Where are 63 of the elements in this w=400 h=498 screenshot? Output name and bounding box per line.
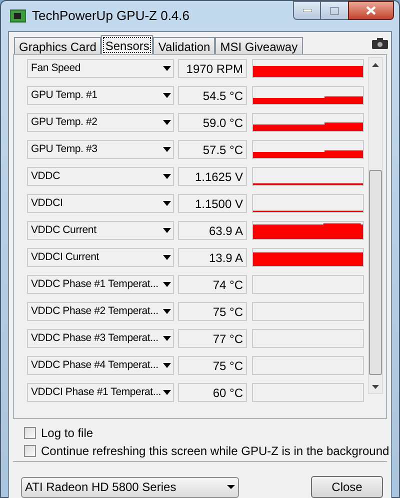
sensor-value: 57.5 °C [178, 140, 247, 159]
sensor-value: 54.5 °C [178, 86, 247, 105]
caret-icon [227, 485, 235, 489]
minimize-icon [302, 9, 312, 12]
sensor-value: 13.9 A [178, 248, 247, 267]
scrollbar-thumb[interactable] [369, 170, 382, 375]
tab[interactable]: Sensors [101, 35, 154, 55]
scroll-down-icon[interactable] [372, 385, 379, 389]
sensor-dropdown[interactable]: VDDC [27, 167, 174, 186]
caret-icon [163, 174, 171, 179]
caret-icon [163, 282, 171, 287]
caret-icon [163, 309, 171, 314]
caret-icon [163, 120, 171, 125]
sensor-dropdown[interactable]: VDDC Phase #2 Temperat... [27, 302, 174, 321]
sensor-dropdown[interactable]: VDDC Phase #1 Temperat... [27, 275, 174, 294]
tab[interactable]: Validation [153, 37, 216, 54]
caret-icon [163, 147, 171, 152]
sensor-dropdown[interactable]: Fan Speed [27, 59, 174, 78]
sensor-value: 1.1625 V [178, 167, 247, 186]
tab[interactable]: MSI Giveaway [215, 37, 303, 54]
sensor-value: 1.1500 V [178, 194, 247, 213]
maximize-icon [330, 6, 339, 14]
checkbox-label: Continue refreshing this screen while GPU-Z is in the background [41, 442, 390, 460]
sensor-value: 59.0 °C [178, 113, 247, 132]
caret-icon [163, 228, 171, 233]
checkbox[interactable] [24, 426, 36, 438]
sensor-dropdown[interactable]: GPU Temp. #1 [27, 86, 174, 105]
sensor-value: 63.9 A [178, 221, 247, 240]
maximize-button[interactable] [321, 1, 348, 20]
sensor-value: 74 °C [178, 275, 247, 294]
sensor-dropdown[interactable]: VDDC Phase #3 Temperat... [27, 329, 174, 348]
sensor-dropdown[interactable]: VDDCI Current [27, 248, 174, 267]
camera-icon[interactable] [372, 38, 388, 49]
sensor-dropdown[interactable]: GPU Temp. #2 [27, 113, 174, 132]
sensor-dropdown[interactable]: VDDCI [27, 194, 174, 213]
caret-icon [163, 66, 171, 71]
scroll-up-icon[interactable] [372, 63, 379, 67]
gpu-select-dropdown[interactable]: ATI Radeon HD 5800 Series [21, 476, 239, 498]
sensor-dropdown[interactable]: GPU Temp. #3 [27, 140, 174, 159]
window-title: TechPowerUp GPU-Z 0.4.6 [32, 7, 190, 26]
caret-icon [163, 390, 172, 395]
sensor-value: 1970 RPM [178, 59, 247, 78]
tab[interactable]: Graphics Card [14, 37, 102, 54]
caret-icon [163, 201, 171, 206]
minimize-button[interactable] [293, 1, 321, 20]
scrollbar[interactable] [368, 57, 383, 394]
sensor-dropdown[interactable]: VDDCI Phase #1 Temperat... [27, 383, 174, 402]
caret-icon [163, 255, 171, 260]
checkbox-label: Log to file [41, 424, 94, 442]
close-window-button[interactable] [348, 1, 394, 20]
checkbox[interactable] [24, 444, 36, 456]
close-icon [366, 6, 376, 15]
caret-icon [163, 336, 171, 341]
sensor-value: 75 °C [178, 356, 247, 375]
sensor-value: 75 °C [178, 302, 247, 321]
caret-icon [163, 363, 171, 368]
sensor-dropdown[interactable]: VDDC Phase #4 Temperat... [27, 356, 174, 375]
close-button[interactable]: Close [311, 476, 383, 498]
sensor-value: 77 °C [178, 329, 247, 348]
sensor-dropdown[interactable]: VDDC Current [27, 221, 174, 240]
chip-icon [10, 9, 26, 23]
sensor-value: 60 °C [178, 383, 247, 402]
caret-icon [163, 93, 171, 98]
